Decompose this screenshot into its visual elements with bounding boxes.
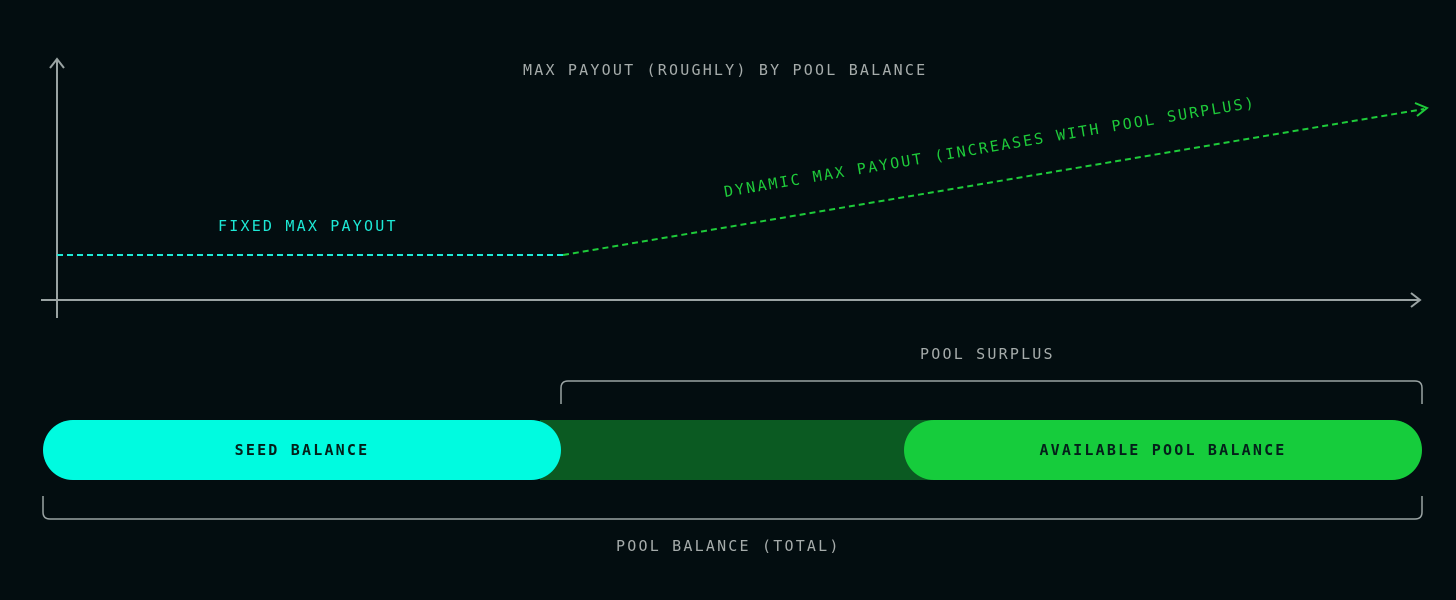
seed-balance-pill: SEED BALANCE: [43, 420, 561, 480]
pool-balance-total-label: POOL BALANCE (TOTAL): [616, 537, 841, 555]
pool-surplus-label: POOL SURPLUS: [920, 345, 1055, 363]
x-axis: [41, 292, 1422, 308]
fixed-max-payout-label: FIXED MAX PAYOUT: [218, 217, 398, 235]
dynamic-line-segment: [562, 108, 1425, 256]
chart-title: MAX PAYOUT (ROUGHLY) BY POOL BALANCE: [523, 61, 928, 79]
y-axis: [49, 57, 65, 318]
surplus-region: [540, 420, 940, 480]
dynamic-max-payout-label: DYNAMIC MAX PAYOUT (INCREASES WITH POOL …: [723, 93, 1258, 201]
pool-balance-diagram: DYNAMIC MAX PAYOUT (INCREASES WITH POOL …: [0, 0, 1456, 600]
diagram-canvas: DYNAMIC MAX PAYOUT (INCREASES WITH POOL …: [41, 57, 1429, 520]
available-pool-balance-pill: AVAILABLE POOL BALANCE: [904, 420, 1422, 480]
pool-balance-total-bracket: [42, 496, 1423, 520]
dynamic-max-payout-line: [562, 102, 1429, 256]
available-pool-balance-label: AVAILABLE POOL BALANCE: [1039, 441, 1287, 459]
seed-balance-label: SEED BALANCE: [234, 441, 370, 459]
pool-surplus-bracket: [560, 380, 1423, 404]
